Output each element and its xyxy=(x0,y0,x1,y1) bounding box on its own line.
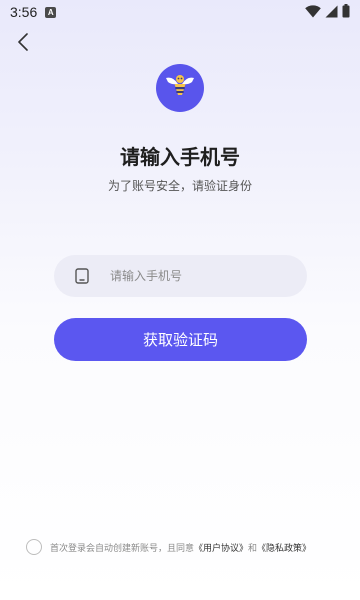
chevron-left-icon xyxy=(17,33,31,55)
status-bar: 3:56 A xyxy=(0,0,360,24)
user-agreement-link[interactable]: 《用户协议》 xyxy=(194,544,248,554)
get-code-button[interactable]: 获取验证码 xyxy=(54,318,307,361)
agreement-prefix: 首次登录会自动创建新账号，且同意 xyxy=(50,543,195,554)
privacy-policy-link[interactable]: 《隐私政策》 xyxy=(257,544,311,554)
status-left: 3:56 A xyxy=(10,4,57,20)
signal-icon xyxy=(325,3,338,22)
page-subtitle: 为了账号安全，请验证身份 xyxy=(107,179,252,193)
bee-logo-icon xyxy=(163,69,197,107)
agreement-text: 首次登录会自动创建新账号，且同意《用户协议》和《隐私政策》 xyxy=(50,541,311,554)
status-time: 3:56 xyxy=(10,4,38,20)
page-title: 请输入手机号 xyxy=(120,145,240,169)
wifi-icon xyxy=(305,3,321,22)
back-button[interactable] xyxy=(10,30,38,58)
status-right xyxy=(305,3,350,22)
phone-input[interactable] xyxy=(110,269,280,283)
phone-icon xyxy=(74,268,90,284)
battery-icon xyxy=(342,3,350,22)
agreement-row: 首次登录会自动创建新账号，且同意《用户协议》和《隐私政策》 xyxy=(26,538,346,556)
phone-input-container[interactable] xyxy=(54,255,307,297)
agreement-checkbox[interactable] xyxy=(26,539,42,555)
agreement-conjunction: 和 xyxy=(248,543,258,554)
notification-app-icon: A xyxy=(45,6,57,18)
app-logo xyxy=(156,64,204,112)
